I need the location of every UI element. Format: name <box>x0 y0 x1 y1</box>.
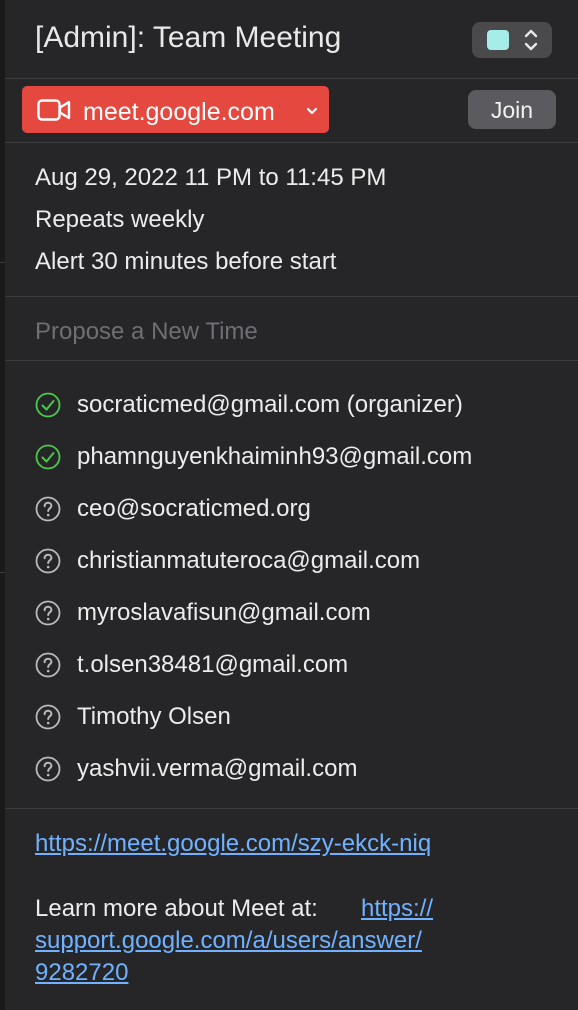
attendee-label: phamnguyenkhaiminh93@gmail.com <box>77 443 473 470</box>
attendee-row[interactable]: ceo@socraticmed.org <box>35 489 575 529</box>
meet-link[interactable]: https://meet.google.com/szy-ekck-niq <box>35 830 431 858</box>
attendee-row[interactable]: t.olsen38481@gmail.com <box>35 645 575 685</box>
video-camera-icon <box>37 99 71 121</box>
conference-link-button[interactable]: meet.google.com <box>22 86 329 133</box>
event-popover: [Admin]: Team Meeting meet.google.com Jo… <box>5 0 578 1010</box>
attendee-label: socraticmed@gmail.com (organizer) <box>77 391 463 418</box>
event-title[interactable]: [Admin]: Team Meeting <box>35 21 341 55</box>
question-circle-icon <box>35 548 61 574</box>
support-link[interactable]: https:// <box>361 895 433 923</box>
question-circle-icon <box>35 652 61 678</box>
calendar-color-picker[interactable] <box>472 22 552 58</box>
divider <box>5 78 578 79</box>
propose-new-time-button[interactable]: Propose a New Time <box>35 318 258 346</box>
attendee-label: t.olsen38481@gmail.com <box>77 651 349 678</box>
support-link-continued[interactable]: support.google.com/a/users/answer/ <box>35 927 422 955</box>
attendee-row[interactable]: myroslavafisun@gmail.com <box>35 593 575 633</box>
question-circle-icon <box>35 600 61 626</box>
divider <box>5 142 578 143</box>
title-row: [Admin]: Team Meeting <box>5 0 578 80</box>
learn-more-text: Learn more about Meet at: <box>35 895 318 922</box>
attendee-label: myroslavafisun@gmail.com <box>77 599 371 626</box>
attendee-row[interactable]: christianmatuteroca@gmail.com <box>35 541 575 581</box>
attendee-row[interactable]: phamnguyenkhaiminh93@gmail.com <box>35 437 575 477</box>
join-button[interactable]: Join <box>468 90 556 129</box>
event-alert[interactable]: Alert 30 minutes before start <box>35 248 336 276</box>
join-label: Join <box>490 97 534 123</box>
attendee-row[interactable]: yashvii.verma@gmail.com <box>35 749 575 789</box>
support-link-continued[interactable]: 9282720 <box>35 959 128 987</box>
conference-label: meet.google.com <box>83 98 275 126</box>
attendee-label: christianmatuteroca@gmail.com <box>77 547 421 574</box>
question-circle-icon <box>35 496 61 522</box>
attendee-label: ceo@socraticmed.org <box>77 495 311 522</box>
divider <box>5 296 578 297</box>
question-circle-icon <box>35 704 61 730</box>
divider <box>5 808 578 809</box>
attendee-row[interactable]: socraticmed@gmail.com (organizer) <box>35 385 575 425</box>
event-repeat[interactable]: Repeats weekly <box>35 206 204 234</box>
up-down-chevron-icon <box>524 29 538 51</box>
attendee-row[interactable]: Timothy Olsen <box>35 697 575 737</box>
event-datetime[interactable]: Aug 29, 2022 11 PM to 11:45 PM <box>35 164 386 192</box>
checkmark-circle-icon <box>35 392 61 418</box>
attendee-label: Timothy Olsen <box>77 703 231 730</box>
checkmark-circle-icon <box>35 444 61 470</box>
question-circle-icon <box>35 756 61 782</box>
attendee-label: yashvii.verma@gmail.com <box>77 755 358 782</box>
calendar-color-swatch <box>487 30 509 50</box>
divider <box>5 360 578 361</box>
chevron-down-icon <box>306 107 318 115</box>
